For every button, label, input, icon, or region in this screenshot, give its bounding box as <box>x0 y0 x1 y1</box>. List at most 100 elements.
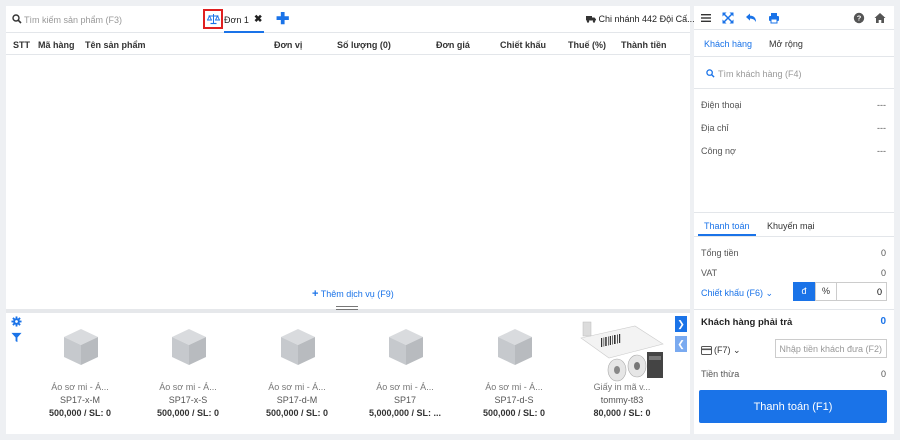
col-product-name: Tên sản phẩm <box>85 40 146 50</box>
phone-label: Điện thoại <box>701 100 742 110</box>
product-price: 5,000,000 / SL: ... <box>368 408 442 418</box>
total-value: 0 <box>880 248 886 258</box>
divider <box>694 236 894 237</box>
help-icon[interactable]: ? <box>853 12 865 24</box>
scale-icon <box>206 14 220 25</box>
address-label: Địa chỉ <box>701 123 729 133</box>
box-icon <box>498 329 532 365</box>
barcode-paper-icon <box>580 321 664 382</box>
customer-search-input[interactable] <box>718 66 888 82</box>
discount-dropdown[interactable]: Chiết khấu (F6) ⌄ <box>701 288 773 299</box>
credit-card-icon <box>701 346 712 355</box>
discount-input[interactable] <box>837 282 887 301</box>
col-total: Thành tiền <box>621 40 667 50</box>
plus-icon: + <box>312 288 319 300</box>
tab-extend[interactable]: Mở rộng <box>769 39 803 49</box>
add-service-button[interactable]: + Thêm dịch vụ (F9) <box>312 288 394 300</box>
col-quantity: Số lượng (0) <box>337 40 391 50</box>
product-price: 500,000 / SL: 0 <box>48 408 112 418</box>
box-icon <box>172 329 206 365</box>
add-service-label: Thêm dịch vụ (F9) <box>320 289 394 299</box>
tab-promotion[interactable]: Khuyến mại <box>767 221 815 231</box>
tab-order-1-label: Đơn 1 <box>224 15 249 25</box>
vat-value: 0 <box>880 268 886 278</box>
change-value: 0 <box>880 369 886 379</box>
product-card[interactable]: Áo sơ mi - Á... SP17-x-M 500,000 / SL: 0 <box>30 318 130 428</box>
svg-text:?: ? <box>857 14 862 23</box>
customer-tabs: Khách hàng Mở rộng <box>694 36 894 56</box>
search-icon <box>12 14 22 24</box>
branch-label: Chi nhánh 442 Đội Cấ... <box>598 14 695 24</box>
amount-due-label: Khách hàng phải trả <box>701 317 793 328</box>
chevron-right-icon[interactable]: ❯ <box>675 316 687 332</box>
amount-due-value: 0 <box>880 316 886 327</box>
vat-label: VAT <box>701 268 718 278</box>
product-price: 80,000 / SL: 0 <box>593 408 651 418</box>
product-name: Áo sơ mi - Á... <box>376 382 434 392</box>
box-icon <box>389 329 423 365</box>
fullscreen-icon[interactable] <box>722 12 734 24</box>
box-icon <box>281 329 315 365</box>
product-name: Áo sơ mi - Á... <box>268 382 326 392</box>
debt-label: Công nợ <box>701 146 736 156</box>
home-icon[interactable] <box>874 12 886 24</box>
address-value: --- <box>877 123 886 133</box>
print-icon[interactable] <box>768 12 780 24</box>
add-tab-button[interactable]: ✚ <box>276 9 289 29</box>
undo-icon[interactable] <box>745 12 757 24</box>
divider <box>694 88 894 89</box>
product-card[interactable]: Áo sơ mi - Á... SP17 5,000,000 / SL: ... <box>355 318 455 428</box>
tab-payment[interactable]: Thanh toán <box>704 221 750 231</box>
divider <box>694 212 894 213</box>
order-topbar: Đơn 1 ✖ ✚ Chi nhánh 442 Đội Cấ... <box>6 6 695 33</box>
branch-selector[interactable]: Chi nhánh 442 Đội Cấ... <box>586 14 695 24</box>
product-card[interactable]: Áo sơ mi - Á... SP17-d-S 500,000 / SL: 0 <box>464 318 564 428</box>
product-code: SP17-x-S <box>168 395 208 405</box>
product-card[interactable]: Giấy in mã v... tommy-t83 80,000 / SL: 0 <box>572 318 672 428</box>
phone-value: --- <box>877 100 886 110</box>
checkout-toolbar: ? <box>694 6 894 30</box>
product-card[interactable]: Áo sơ mi - Á... SP17-x-S 500,000 / SL: 0 <box>138 318 238 428</box>
filter-icon[interactable] <box>11 332 22 343</box>
payment-method-dropdown[interactable]: (F7) ⌄ <box>714 345 741 356</box>
product-code: SP17-x-M <box>59 395 100 405</box>
order-table-header: STT Mã hàng Tên sản phẩm Đơn vị Số lượng… <box>6 33 690 55</box>
product-code: SP17-d-M <box>276 395 318 405</box>
change-label: Tiền thừa <box>701 369 740 379</box>
col-tax: Thuế (%) <box>568 40 606 50</box>
truck-icon <box>586 16 596 23</box>
gear-icon[interactable] <box>11 316 22 327</box>
unit-percent-toggle[interactable]: % <box>815 282 837 301</box>
cash-received-input[interactable] <box>775 339 887 358</box>
product-name: Áo sơ mi - Á... <box>485 382 543 392</box>
product-name: Áo sơ mi - Á... <box>51 382 109 392</box>
total-label: Tổng tiền <box>701 248 739 258</box>
drag-handle-icon[interactable] <box>336 306 358 312</box>
divider <box>694 56 894 57</box>
menu-icon[interactable] <box>700 12 712 24</box>
search-icon <box>706 69 715 78</box>
product-code: SP17-d-S <box>494 395 534 405</box>
tab-customer[interactable]: Khách hàng <box>704 39 752 49</box>
col-code: Mã hàng <box>38 40 75 50</box>
product-price: 500,000 / SL: 0 <box>156 408 220 418</box>
tab-order-1[interactable]: Đơn 1 ✖ <box>224 9 264 33</box>
unit-currency-toggle[interactable]: đ <box>793 282 815 301</box>
chevron-left-icon[interactable]: ❮ <box>675 336 687 352</box>
col-unit: Đơn vị <box>274 40 303 50</box>
col-discount: Chiết khấu <box>500 40 547 50</box>
product-price: 500,000 / SL: 0 <box>265 408 329 418</box>
debt-value: --- <box>877 146 886 156</box>
scale-button[interactable] <box>203 9 223 29</box>
product-card[interactable]: Áo sơ mi - Á... SP17-d-M 500,000 / SL: 0 <box>247 318 347 428</box>
product-code: tommy-t83 <box>600 395 644 405</box>
checkout-button[interactable]: Thanh toán (F1) <box>699 390 887 423</box>
checkout-panel: ? Khách hàng Mở rộng Điện thoại --- Địa … <box>694 6 894 434</box>
close-icon[interactable]: ✖ <box>254 14 262 25</box>
col-price: Đơn giá <box>436 40 470 50</box>
product-code: SP17 <box>393 395 417 405</box>
product-price: 500,000 / SL: 0 <box>482 408 546 418</box>
product-name: Giấy in mã v... <box>593 382 651 392</box>
product-name: Áo sơ mi - Á... <box>159 382 217 392</box>
product-search-input[interactable] <box>24 11 199 28</box>
